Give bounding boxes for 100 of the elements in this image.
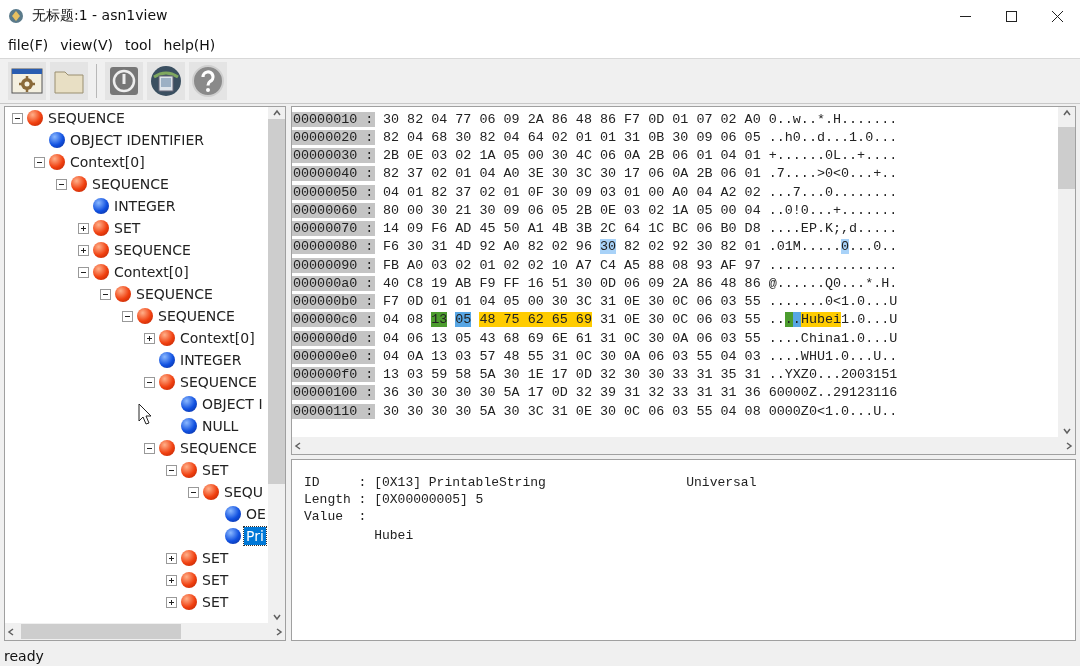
hex-bytes: 04 06 13 05 43 68 69 6E 61 31 0C 30 0A 06 03 55: [383, 330, 761, 346]
offset-label: 00000030 :: [292, 148, 375, 164]
maximize-icon[interactable]: [1005, 10, 1017, 22]
expand-toggle[interactable]: [77, 244, 89, 256]
toolbar-button[interactable]: [105, 62, 143, 100]
highlighted-text: .: [792, 312, 801, 328]
toolbar-button[interactable]: [147, 62, 185, 100]
offset-label: 00000080 :: [292, 239, 375, 255]
tree-item[interactable]: OBJECT I: [200, 395, 265, 413]
scroll-thumb[interactable]: [1058, 127, 1075, 189]
ascii-text: ....WHU1.0...U..: [768, 348, 898, 364]
collapse-toggle[interactable]: [165, 464, 177, 476]
collapse-toggle[interactable]: [121, 310, 133, 322]
hex-bytes: F7 0D 01 01 04 05 00 30 3C 31 0E 30 0C 06 03 55: [383, 294, 761, 310]
menu-item[interactable]: tool: [119, 35, 158, 55]
expand-toggle[interactable]: [165, 552, 177, 564]
tree-item[interactable]: NULL: [200, 417, 241, 435]
scroll-thumb[interactable]: [268, 119, 285, 484]
collapse-toggle[interactable]: [33, 156, 45, 168]
offset-label: 00000090 :: [292, 257, 375, 273]
expand-toggle[interactable]: [77, 222, 89, 234]
tree-item[interactable]: OE: [244, 505, 268, 523]
hex-bytes: 04 0A 13 03 57 48 55 31 0C 30 0A 06 03 55 04 03: [383, 348, 761, 364]
highlighted-bytes: 48 75 62 65 69: [479, 312, 592, 328]
menu-item[interactable]: file(F): [2, 35, 55, 55]
ascii-text: @......Q0...*.H.: [768, 275, 898, 291]
toolbar-button[interactable]: [8, 62, 46, 100]
menu-item[interactable]: view(V): [54, 35, 120, 55]
tree-item[interactable]: INTEGER: [178, 351, 244, 369]
collapse-toggle[interactable]: [143, 376, 155, 388]
collapse-toggle[interactable]: [187, 486, 199, 498]
hex-bytes: 2B 0E 03 02 1A 05 00 30 4C 06 0A 2B 06 01 04 01: [383, 148, 761, 164]
highlighted-bytes: 13: [431, 312, 448, 328]
expand-toggle[interactable]: [143, 332, 155, 344]
tree-item[interactable]: Context[0]: [178, 329, 257, 347]
tree-item[interactable]: SEQUENCE: [46, 109, 127, 127]
highlighted-text: .: [784, 312, 793, 328]
ascii-text: .......0<1.0...U: [768, 294, 898, 310]
ascii-text: ..: [768, 312, 785, 328]
ascii-text: .7....>0<0...+..: [768, 166, 898, 182]
tree-item[interactable]: Pri: [244, 527, 266, 545]
hex-bytes: 04 01 82 37 02 01 0F 30 09 03 01 00 A0 04 A2 02: [383, 184, 761, 200]
hex-bytes: 36 30 30 30 30 5A 17 0D 32 39 31 32 33 31 31 36: [383, 385, 761, 401]
tree-item[interactable]: SET: [200, 461, 231, 479]
collapse-toggle[interactable]: [99, 288, 111, 300]
tree-item[interactable]: Context[0]: [112, 263, 191, 281]
offset-label: 000000a0 :: [292, 275, 375, 291]
ascii-text: +......0L..+....: [768, 148, 898, 164]
hex-bytes: 31 0E 30 0C 06 03 55: [599, 312, 761, 328]
tree-item[interactable]: SEQUENCE: [134, 285, 215, 303]
tree-item[interactable]: SEQUENCE: [156, 307, 237, 325]
tree-item[interactable]: SET: [200, 571, 231, 589]
hex-bytes: 80 00 30 21 30 09 06 05 2B 0E 03 02 1A 05 00 04: [383, 202, 761, 218]
horizontal-scrollbar[interactable]: [292, 437, 1075, 454]
hex-bytes: F6 30 31 4D 92 A0 82 02 96: [383, 239, 592, 255]
ascii-text: ....China1.0...U: [768, 330, 898, 346]
tree-item[interactable]: Context[0]: [68, 153, 147, 171]
offset-label: 000000d0 :: [292, 330, 375, 346]
hex-bytes: 30 82 04 77 06 09 2A 86 48 86 F7 0D 01 07 02 A0: [383, 111, 761, 127]
scroll-thumb[interactable]: [21, 624, 181, 639]
field-class: Universal: [686, 475, 757, 490]
close-icon[interactable]: [1051, 10, 1063, 22]
tree-item[interactable]: INTEGER: [112, 197, 178, 215]
horizontal-scrollbar[interactable]: [5, 623, 285, 640]
ascii-text: ...0..: [849, 239, 898, 255]
tree-item[interactable]: SET: [200, 549, 231, 567]
gear-window-icon: [11, 67, 43, 95]
offset-label: 00000060 :: [292, 202, 375, 218]
hex-bytes: 82 04 68 30 82 04 64 02 01 01 31 0B 30 09 06 05: [383, 129, 761, 145]
hex-bytes: FB A0 03 02 01 02 02 10 A7 C4 A5 88 08 93 AF 97: [383, 257, 761, 273]
expand-toggle[interactable]: [165, 596, 177, 608]
tree-item[interactable]: SEQUENCE: [178, 439, 259, 457]
menu-item[interactable]: help(H): [157, 35, 222, 55]
tree-item[interactable]: SET: [112, 219, 143, 237]
highlighted-text: 0: [841, 239, 850, 255]
tree-item[interactable]: SET: [200, 593, 231, 611]
status-text: ready: [3, 647, 45, 666]
colon: :: [358, 492, 368, 507]
tree-item[interactable]: OBJECT IDENTIFIER: [68, 131, 207, 149]
ascii-text: 1.0...U: [841, 312, 898, 328]
collapse-toggle[interactable]: [55, 178, 67, 190]
collapse-toggle[interactable]: [11, 112, 23, 124]
collapse-toggle[interactable]: [77, 266, 89, 278]
hex-bytes: 30 30 30 30 5A 30 3C 31 0E 30 0C 06 03 55 04 08: [383, 403, 761, 419]
offset-label: 00000020 :: [292, 129, 375, 145]
toolbar-button[interactable]: [189, 62, 227, 100]
collapse-toggle[interactable]: [143, 442, 155, 454]
tree-item[interactable]: SEQU: [222, 483, 265, 501]
highlighted-bytes: 30: [599, 239, 617, 255]
cursor-icon: [138, 403, 152, 425]
tree-item[interactable]: SEQUENCE: [178, 373, 259, 391]
vertical-scrollbar[interactable]: [268, 107, 285, 623]
window-title: 无标题:1 - asn1view: [32, 7, 169, 25]
ascii-text: 0..w..*.H.......: [768, 111, 898, 127]
vertical-scrollbar[interactable]: [1058, 107, 1075, 437]
colon: :: [358, 475, 368, 490]
expand-toggle[interactable]: [165, 574, 177, 586]
tree-item[interactable]: SEQUENCE: [90, 175, 171, 193]
colon: :: [358, 509, 368, 524]
tree-item[interactable]: SEQUENCE: [112, 241, 193, 259]
